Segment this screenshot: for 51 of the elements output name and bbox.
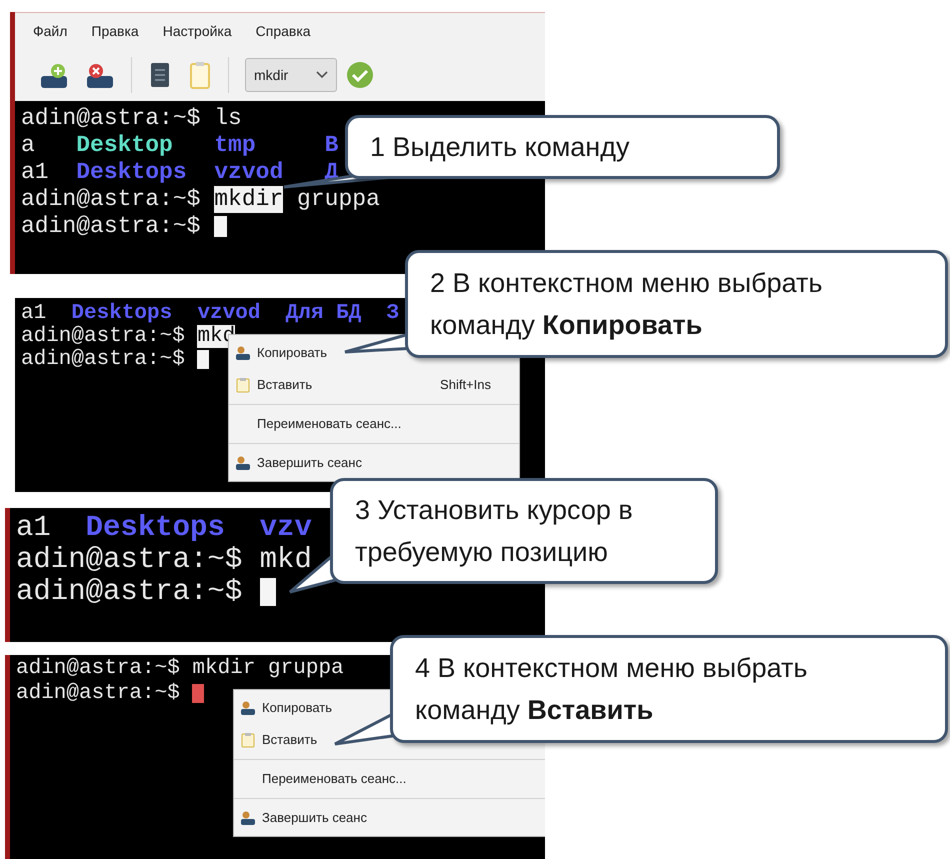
terminal-text: tmp	[213, 132, 256, 159]
terminal-text: B	[324, 132, 338, 159]
clipboard-icon	[241, 732, 255, 748]
terminal-text: adin@astra:~$ mkdir gruppa	[16, 656, 344, 681]
shortcut-text: Shift+Ins	[440, 376, 491, 394]
terminal-text: vzvod	[213, 159, 284, 186]
terminal-text: adin@astra:~$ mkd	[16, 544, 312, 576]
terminal-text: vzvod	[196, 302, 260, 325]
terminal-text: Desktop	[75, 132, 173, 159]
selected-text: mkdir	[214, 186, 284, 213]
menu-title[interactable]: Файл	[33, 20, 68, 42]
clipboard-icon[interactable]	[188, 60, 212, 90]
user-icon	[240, 810, 256, 826]
menu-title[interactable]: Настройка	[162, 20, 232, 42]
clipboard-icon	[236, 377, 250, 393]
callout-text: 1 Выделить команду	[370, 131, 630, 164]
callout-text: 4 В контекстном меню выбрать команду Вставить	[415, 652, 808, 727]
terminal-text: adin@astra:~$	[21, 213, 202, 240]
terminal-text: adin@astra:~$	[16, 681, 181, 706]
terminal-text: a1	[16, 512, 51, 544]
terminal-text: Desktops	[84, 512, 225, 544]
terminal-text: З	[386, 302, 400, 325]
menu-title[interactable]: Правка	[91, 20, 139, 42]
check-icon[interactable]	[345, 60, 375, 90]
terminal-text: adin@astra:~$	[21, 348, 186, 371]
terminal-text: adin@astra:~$ ls	[21, 105, 242, 132]
terminal-text: Desktops	[75, 159, 187, 186]
callout-text: 2 В контекстном меню выбрать команду Копировать	[430, 267, 824, 342]
terminal-text: adin@astra:~$	[21, 186, 202, 213]
terminal-text: adin@astra:~$	[21, 325, 186, 348]
user-icon	[235, 455, 251, 471]
terminal-text: gruppa	[296, 186, 380, 213]
document-icon[interactable]	[148, 60, 172, 90]
chevron-down-icon	[316, 71, 328, 79]
menu-item[interactable]: Завершить сеанс	[257, 453, 491, 473]
terminal-text: Desktops	[70, 302, 172, 325]
menu-item[interactable]: Завершить сеанс	[262, 808, 521, 828]
user-icon	[240, 700, 256, 716]
terminal-text: a	[21, 132, 35, 159]
terminal-text: vzv	[258, 512, 312, 544]
terminal-text: Для БД	[284, 302, 362, 325]
command-dropdown[interactable]: mkdir	[245, 58, 337, 92]
menu-item[interactable]: Переименовать сеанс...	[257, 414, 491, 434]
terminal-text: adin@astra:~$	[16, 576, 244, 608]
menu-item[interactable]: Переименовать сеанс...	[262, 769, 521, 789]
terminal-text: a1	[21, 159, 49, 186]
menu-item[interactable]: Вставить	[257, 375, 434, 395]
terminal-text: a1	[21, 302, 46, 325]
user-icon	[235, 345, 251, 361]
callout-text: 3 Установить курсор в требуемую позицию	[355, 494, 634, 569]
menu-title[interactable]: Справка	[256, 20, 311, 42]
